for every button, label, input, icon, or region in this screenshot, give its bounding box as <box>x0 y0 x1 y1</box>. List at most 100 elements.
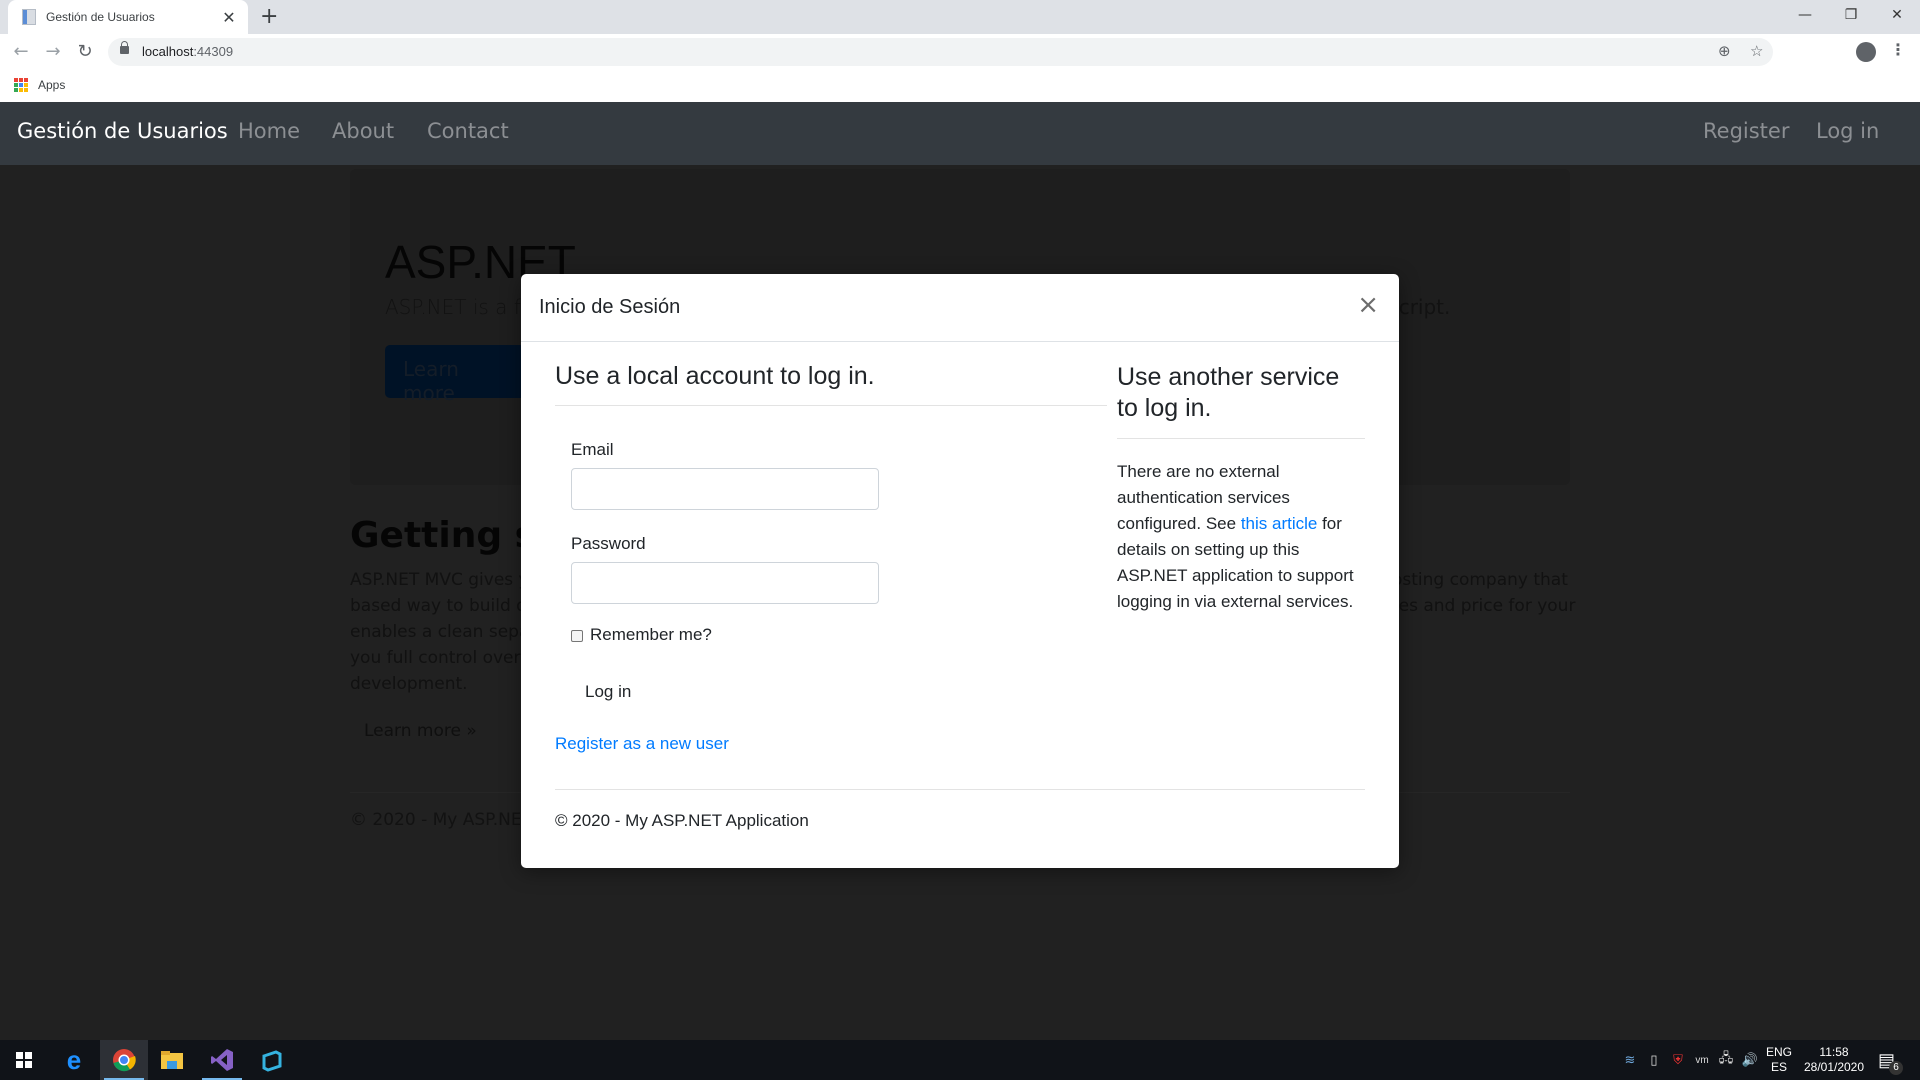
nav-link-about[interactable]: About <box>332 119 394 143</box>
browser-tab[interactable]: Gestión de Usuarios ✕ <box>8 0 248 34</box>
taskbar-file-explorer[interactable] <box>148 1040 196 1080</box>
taskbar-visual-studio[interactable] <box>198 1040 246 1080</box>
windows-logo-icon <box>16 1052 32 1068</box>
taskbar-edge[interactable]: e <box>50 1040 98 1080</box>
password-label: Password <box>571 534 646 553</box>
local-login-section: Use a local account to log in. Email Pas… <box>555 362 1107 753</box>
section-text-left: ASP.NET MVC gives yo based way to build … <box>350 567 530 697</box>
network-icon[interactable]: 🖧 <box>1716 1049 1736 1071</box>
section-text-line: osting company that <box>1392 570 1568 590</box>
system-tray: ≋ ▯ ⛨ vm 🖧 🔊 <box>1618 1040 1762 1080</box>
remember-me-label[interactable]: Remember me? <box>590 625 712 645</box>
external-login-heading: Use another service to log in. <box>1117 363 1340 422</box>
external-login-text: There are no external authentication ser… <box>1117 459 1365 615</box>
remember-me-checkbox[interactable] <box>571 630 583 642</box>
nav-link-contact[interactable]: Contact <box>427 119 509 143</box>
window-controls: — ❐ ✕ <box>1782 0 1920 30</box>
login-modal: Inicio de Sesión × Use a local account t… <box>521 274 1399 868</box>
start-button[interactable] <box>0 1040 48 1080</box>
browser-titlebar: Gestión de Usuarios ✕ + — ❐ ✕ <box>0 0 1920 34</box>
back-button[interactable]: ← <box>10 41 32 63</box>
chrome-icon <box>113 1049 136 1072</box>
address-bar[interactable]: localhost:44309 ⊕ ☆ <box>108 38 1773 66</box>
section-text-right: osting company that res and price for yo… <box>1392 567 1575 619</box>
close-window-button[interactable]: ✕ <box>1874 0 1920 30</box>
security-shield-icon[interactable]: ⛨ <box>1668 1052 1688 1068</box>
edge-icon: e <box>66 1044 82 1075</box>
clock[interactable]: 11:58 28/01/2020 <box>1802 1040 1866 1080</box>
vmware-icon[interactable]: vm <box>1692 1055 1712 1066</box>
profile-icon[interactable] <box>1856 42 1876 62</box>
star-icon[interactable]: ☆ <box>1750 42 1763 60</box>
register-new-user-link[interactable]: Register as a new user <box>555 734 729 754</box>
heading-divider <box>555 405 1107 406</box>
close-icon[interactable]: × <box>1357 292 1379 318</box>
azure-data-studio-icon <box>262 1050 282 1072</box>
folder-icon <box>161 1051 183 1069</box>
bookmark-apps[interactable]: Apps <box>38 78 65 92</box>
url-host: localhost <box>142 44 194 59</box>
section-text-line: res and price for your <box>1392 596 1576 616</box>
menu-dots-icon[interactable]: ⋮ <box>1890 40 1906 59</box>
external-login-section: Use another service to log in. There are… <box>1117 362 1365 615</box>
restore-button[interactable]: ❐ <box>1828 0 1874 30</box>
footer-divider <box>555 789 1365 790</box>
browser-toolbar: ← → ↻ localhost:44309 ⊕ ☆ ⋮ <box>0 34 1920 70</box>
arrow-left-icon: ← <box>13 41 29 62</box>
section-text-line: based way to build dy <box>350 596 530 616</box>
notification-count: 6 <box>1889 1060 1904 1075</box>
usb-icon[interactable]: ▯ <box>1644 1052 1664 1068</box>
heading-divider <box>1117 438 1365 439</box>
tab-close-icon[interactable]: ✕ <box>220 8 238 27</box>
language-top: ENG <box>1766 1045 1793 1059</box>
forward-button[interactable]: → <box>42 41 64 63</box>
nav-link-register[interactable]: Register <box>1703 119 1789 143</box>
notification-icon: ▤ 6 <box>1878 1050 1904 1075</box>
site-navbar: Gestión de Usuarios Home About Contact R… <box>0 102 1920 165</box>
section-learn-more-link: Learn more » <box>364 721 477 741</box>
visual-studio-icon <box>211 1049 233 1071</box>
bookmarks-bar: Apps <box>0 70 1920 102</box>
language-indicator[interactable]: ENG ES <box>1766 1040 1792 1080</box>
jumbotron-learn-more-button: Learn more <box>385 345 525 405</box>
new-tab-button[interactable]: + <box>260 4 278 29</box>
reload-button[interactable]: ↻ <box>74 41 96 63</box>
section-text-line: ASP.NET MVC gives yo <box>350 570 530 590</box>
language-bottom: ES <box>1771 1060 1788 1074</box>
email-label: Email <box>571 440 614 459</box>
jumbotron-lead: ASP.NET is a fre <box>385 295 541 319</box>
arrow-right-icon: → <box>45 41 61 62</box>
section-text-line: development. <box>350 674 468 694</box>
apps-grid-icon[interactable] <box>14 78 28 92</box>
modal-header: Inicio de Sesión × <box>521 274 1399 342</box>
lock-icon <box>120 41 129 54</box>
network-storage-icon[interactable]: ≋ <box>1620 1052 1640 1068</box>
email-input[interactable] <box>571 468 879 510</box>
minimize-button[interactable]: — <box>1782 0 1828 30</box>
url-text[interactable]: localhost:44309 <box>142 44 233 59</box>
taskbar-chrome[interactable] <box>100 1040 148 1080</box>
section-text-line: you full control over m <box>350 648 530 668</box>
zoom-icon[interactable]: ⊕ <box>1718 42 1731 60</box>
taskbar-azure-data-studio[interactable] <box>248 1040 296 1080</box>
nav-link-login[interactable]: Log in <box>1816 119 1879 143</box>
login-button[interactable]: Log in <box>571 676 645 708</box>
url-port: :44309 <box>193 44 234 59</box>
tab-title: Gestión de Usuarios <box>46 10 155 24</box>
this-article-link[interactable]: this article <box>1241 514 1318 533</box>
volume-icon[interactable]: 🔊 <box>1740 1052 1760 1068</box>
password-input[interactable] <box>571 562 879 604</box>
navbar-brand[interactable]: Gestión de Usuarios <box>17 119 228 143</box>
modal-footer-copyright: © 2020 - My ASP.NET Application <box>555 811 809 830</box>
section-text-line: enables a clean separa <box>350 622 530 642</box>
action-center-button[interactable]: ▤ 6 <box>1878 1040 1904 1080</box>
nav-link-home[interactable]: Home <box>238 119 300 143</box>
reload-icon: ↻ <box>77 41 93 62</box>
local-login-heading: Use a local account to log in. <box>555 362 875 390</box>
page-favicon-icon <box>22 9 36 25</box>
modal-title: Inicio de Sesión <box>539 296 681 318</box>
clock-date: 28/01/2020 <box>1803 1060 1865 1074</box>
windows-taskbar: e ≋ ▯ ⛨ vm 🖧 🔊 ENG ES 11:58 28/01/2020 ▤… <box>0 1040 1920 1080</box>
background-footer: © 2020 - My ASP.NET <box>350 810 520 830</box>
clock-time: 11:58 <box>1819 1045 1849 1059</box>
